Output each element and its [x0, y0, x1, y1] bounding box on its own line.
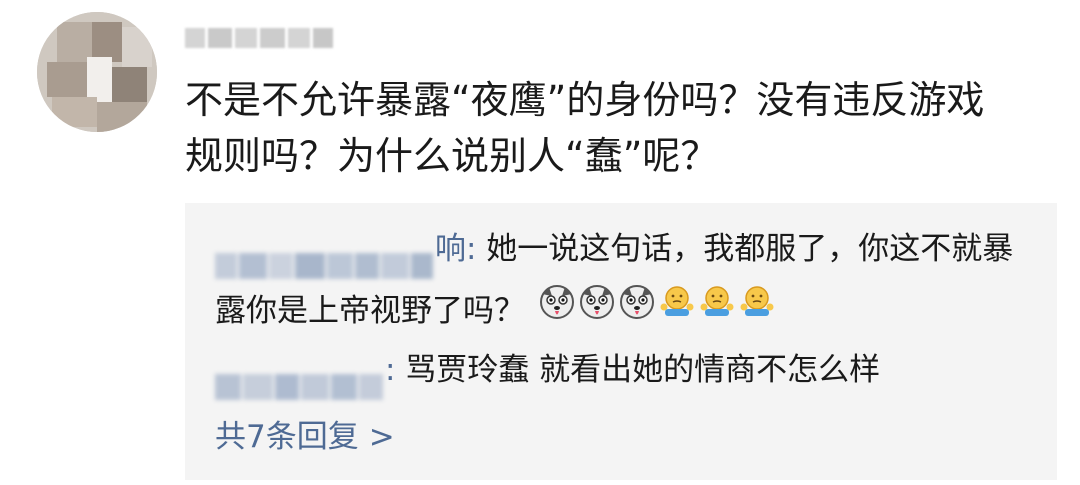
reply-separator: :	[466, 231, 477, 267]
shrug-face-icon	[699, 279, 735, 341]
chevron-right-icon: >	[368, 419, 395, 455]
reply-author-name[interactable]	[215, 234, 435, 279]
reply-author-name[interactable]	[215, 355, 385, 400]
comment-text: 不是不允许暴露“夜鹰”的身份吗？没有违反游戏 规则吗？为什么说别人“蠢”呢？	[185, 72, 1055, 184]
reply-text: 骂贾玲蠢 就看出她的情商不怎么样	[395, 352, 881, 388]
husky-face-icon	[619, 279, 655, 341]
reply-author-tail[interactable]: 响	[435, 231, 466, 267]
replies-panel: 响: 她一说这句话，我都服了，你这不就暴露你是上帝视野了吗？: 骂贾玲蠢 就看…	[185, 203, 1057, 480]
reply-separator: :	[385, 352, 396, 388]
shrug-face-icon	[659, 279, 695, 341]
shrug-face-icon	[739, 279, 775, 341]
reply-item[interactable]: : 骂贾玲蠢 就看出她的情商不怎么样	[215, 339, 1035, 401]
comment-line-2: 规则吗？为什么说别人“蠢”呢？	[185, 134, 719, 178]
comment-thread: 不是不允许暴露“夜鹰”的身份吗？没有违反游戏 规则吗？为什么说别人“蠢”呢？ 响…	[0, 0, 1080, 485]
username[interactable]	[185, 18, 333, 58]
comment-line-1: 不是不允许暴露“夜鹰”的身份吗？没有违反游戏	[185, 78, 985, 122]
reply-item[interactable]: 响: 她一说这句话，我都服了，你这不就暴露你是上帝视野了吗？	[215, 218, 1035, 344]
avatar[interactable]	[37, 12, 157, 132]
more-replies-label: 共7条回复	[215, 419, 359, 455]
husky-face-icon	[539, 279, 575, 341]
husky-face-icon	[579, 279, 615, 341]
view-more-replies-link[interactable]: 共7条回复 >	[215, 413, 395, 461]
